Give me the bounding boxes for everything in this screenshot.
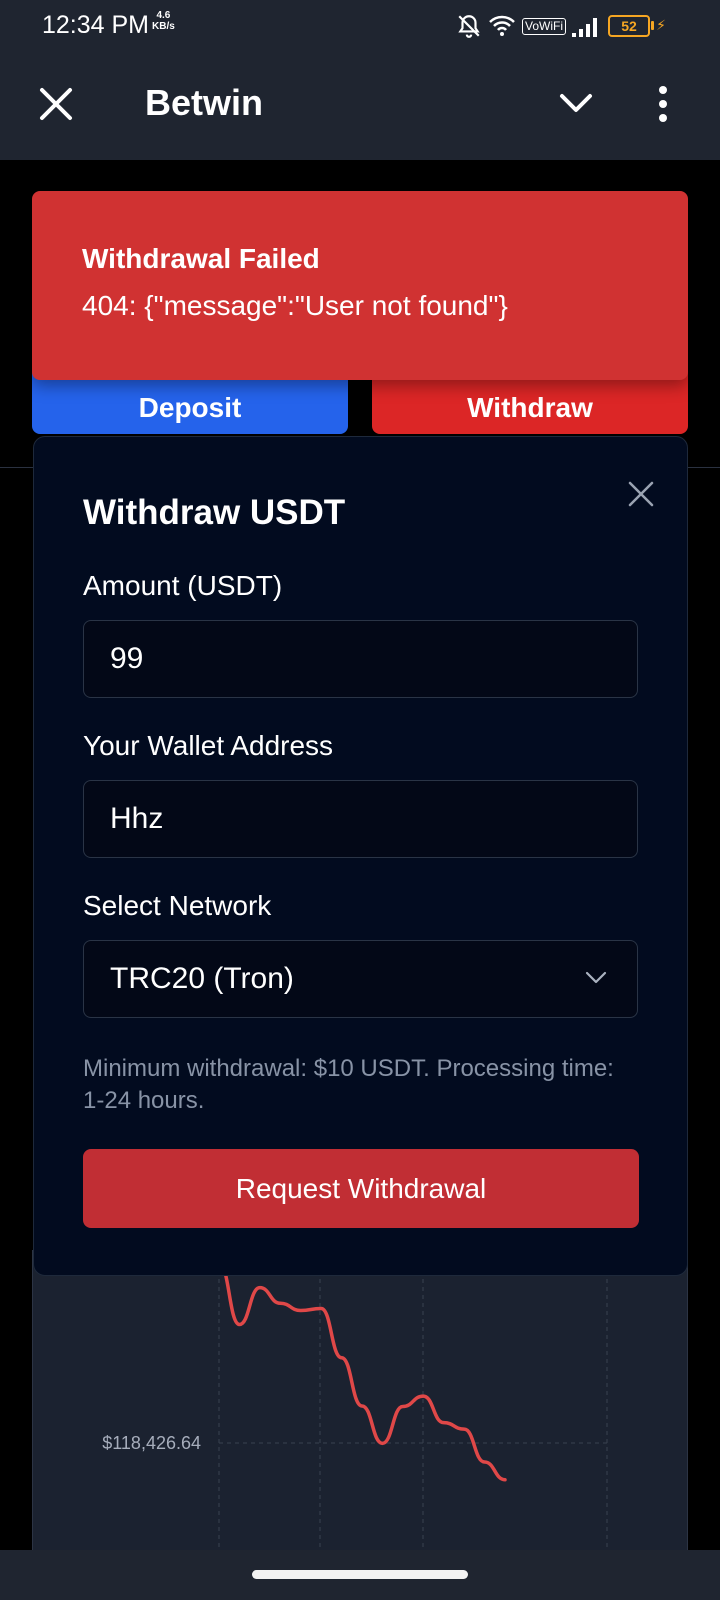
amount-input[interactable] [83, 620, 638, 698]
withdrawal-hint: Minimum withdrawal: $10 USDT. Processing… [83, 1055, 614, 1114]
charging-icon: ⚡ [656, 17, 666, 33]
withdraw-modal: Withdraw USDT Amount (USDT) Your Wallet … [33, 436, 688, 1276]
signal-icon [572, 18, 597, 37]
toast-title: Withdrawal Failed [82, 243, 320, 274]
close-icon[interactable] [36, 84, 76, 124]
more-options-icon[interactable] [655, 84, 671, 124]
price-series-line [217, 1261, 507, 1482]
error-toast: Withdrawal Failed 404: {"message":"User … [32, 191, 688, 380]
battery-tip [651, 21, 654, 30]
chevron-down-icon[interactable] [556, 88, 596, 120]
wifi-icon [489, 15, 515, 36]
wallet-address-input[interactable] [83, 780, 638, 858]
network-speed-value: 4.6 [156, 10, 171, 21]
app-bar: Betwin [0, 52, 720, 160]
wallet-label: Your Wallet Address [83, 730, 334, 761]
network-select[interactable]: TRC20 (Tron) [83, 940, 638, 1018]
status-time: 12:34 PM [42, 11, 150, 39]
network-speed-unit: KB/s [152, 21, 175, 32]
battery-icon: 52 [608, 15, 650, 37]
price-chart: $119,341.46$118,426.64 [32, 1250, 688, 1560]
status-icons: VoWiFi [456, 12, 602, 40]
modal-title: Withdraw USDT [83, 493, 346, 532]
chevron-down-icon [585, 971, 607, 984]
toast-message: 404: {"message":"User not found"} [82, 290, 508, 321]
network-label: Select Network [83, 890, 272, 921]
home-indicator[interactable] [252, 1570, 468, 1579]
network-select-value: TRC20 (Tron) [110, 962, 294, 995]
network-speed: 4.6 KB/s [152, 10, 175, 32]
amount-label: Amount (USDT) [83, 570, 283, 601]
notifications-off-icon [458, 15, 480, 38]
close-icon[interactable] [626, 479, 656, 509]
chart-canvas: $119,341.46$118,426.64 [102, 1253, 608, 1560]
status-bar: 12:34 PM 4.6 KB/s VoWiFi 52 ⚡ [0, 0, 720, 52]
request-withdrawal-button[interactable]: Request Withdrawal [83, 1149, 639, 1228]
vowifi-badge: VoWiFi [521, 17, 566, 35]
app-title: Betwin [145, 82, 264, 123]
y-tick-label: $118,426.64 [102, 1433, 201, 1453]
